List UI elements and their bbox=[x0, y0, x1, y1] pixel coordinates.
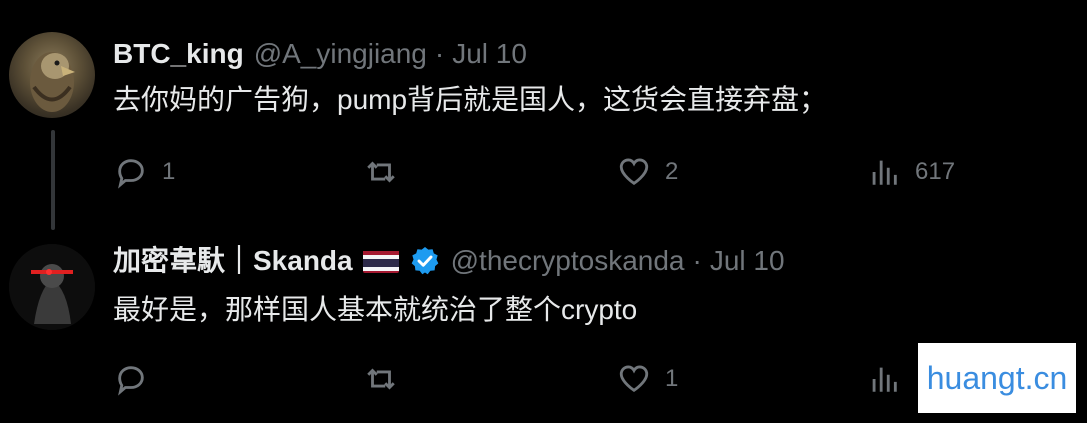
post-date[interactable]: Jul 10 bbox=[452, 37, 527, 71]
like-button[interactable]: 2 bbox=[617, 155, 678, 189]
display-name[interactable]: BTC_king bbox=[113, 37, 244, 71]
heart-icon bbox=[619, 365, 649, 393]
like-count: 2 bbox=[665, 158, 679, 185]
analytics-icon bbox=[872, 367, 897, 392]
analytics-icon bbox=[872, 160, 897, 185]
tweet-text: 去你妈的广告狗，pump背后就是国人，这货会直接弃盘； bbox=[113, 84, 828, 115]
display-name[interactable]: 加密韋馱｜Skanda bbox=[113, 244, 353, 278]
avatar[interactable] bbox=[9, 32, 95, 118]
tweet-1[interactable]: BTC_king @A_yingjiang · Jul 10 去你妈的广告狗，p… bbox=[0, 0, 1087, 230]
watermark-text: huangt.cn bbox=[926, 359, 1068, 396]
thread-connector-line bbox=[51, 130, 55, 230]
eagle-avatar-image bbox=[30, 52, 75, 112]
reply-button[interactable]: 1 bbox=[114, 155, 175, 189]
retweet-button[interactable] bbox=[364, 362, 412, 396]
view-count: 617 bbox=[915, 158, 956, 185]
like-button[interactable]: 1 bbox=[617, 362, 678, 396]
avatar[interactable] bbox=[9, 244, 95, 330]
retweet-icon bbox=[367, 368, 395, 390]
views-button[interactable] bbox=[867, 362, 915, 396]
tweet-header: BTC_king @A_yingjiang · Jul 10 bbox=[113, 37, 527, 71]
tweet-text: 最好是，那样国人基本就统治了整个crypto bbox=[113, 294, 638, 325]
post-date[interactable]: Jul 10 bbox=[710, 244, 785, 278]
separator-dot: · bbox=[434, 38, 445, 69]
warrior-avatar-image bbox=[9, 244, 95, 330]
like-count: 1 bbox=[665, 365, 679, 392]
thailand-flag-icon bbox=[362, 249, 399, 273]
heart-icon bbox=[619, 158, 649, 186]
reply-button[interactable] bbox=[114, 362, 162, 396]
retweet-button[interactable] bbox=[364, 155, 412, 189]
user-handle[interactable]: @A_yingjiang bbox=[254, 37, 427, 71]
verified-badge-icon[interactable] bbox=[409, 245, 441, 277]
reply-icon bbox=[118, 366, 144, 396]
views-button[interactable]: 617 bbox=[867, 155, 955, 189]
separator-dot: · bbox=[692, 245, 702, 276]
retweet-icon bbox=[367, 161, 395, 183]
tweet-header: 加密韋馱｜Skanda @thecryptoskanda · Jul 10 bbox=[113, 244, 785, 278]
reply-count: 1 bbox=[162, 158, 176, 185]
user-handle[interactable]: @thecryptoskanda bbox=[451, 244, 685, 278]
watermark: huangt.cn bbox=[918, 343, 1076, 413]
reply-icon bbox=[118, 159, 144, 189]
